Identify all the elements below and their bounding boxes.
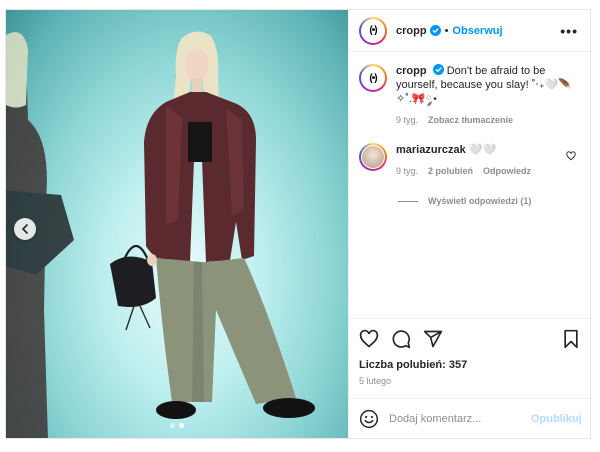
like-button[interactable] <box>359 329 379 349</box>
comment-meta: 9 tyg. 2 polubień Odpowiedz <box>396 164 578 178</box>
comment-username[interactable]: mariazurczak <box>396 144 466 156</box>
view-replies-button[interactable]: Wyświetl odpowiedzi (1) <box>398 196 578 206</box>
comment-like-heart-icon[interactable] <box>566 151 576 161</box>
action-icons <box>359 327 580 351</box>
reply-button[interactable]: Odpowiedz <box>483 164 531 178</box>
carousel-dot-active <box>179 423 184 428</box>
comment-text: 🤍🤍 <box>468 144 497 156</box>
author-username[interactable]: cropp <box>396 25 427 37</box>
comment-item: mariazurczak 🤍🤍 9 tyg. 2 polubień Odpowi… <box>359 143 578 178</box>
comment-composer: Opublikuj <box>349 398 590 438</box>
comments-section: (•) cropp Don't be afraid to be yourself… <box>349 52 590 318</box>
caption-meta: 9 tyg. Zobacz tłumaczenie <box>396 113 578 127</box>
share-icon <box>423 330 443 348</box>
verified-badge-icon <box>432 64 444 75</box>
comment-time[interactable]: 9 tyg. <box>396 164 418 178</box>
caption-avatar[interactable]: (•) <box>359 64 387 92</box>
more-icon[interactable]: ••• <box>560 24 578 38</box>
comment-icon <box>392 330 411 349</box>
post-photo <box>6 31 315 438</box>
comment-button[interactable] <box>391 329 411 349</box>
view-replies-label: Wyświetl odpowiedzi (1) <box>428 196 532 206</box>
author-avatar[interactable]: (•) <box>359 16 387 45</box>
caption-body: cropp Don't be afraid to be yourself, be… <box>396 64 578 127</box>
carousel-dot <box>170 423 175 428</box>
share-button[interactable] <box>423 329 443 349</box>
translate-link[interactable]: Zobacz tłumaczenie <box>428 113 513 127</box>
post-sidebar: (•) cropp • Obserwuj ••• (•) cropp Don't… <box>348 10 590 438</box>
caption-time[interactable]: 9 tyg. <box>396 113 418 127</box>
emoji-button[interactable] <box>359 409 379 429</box>
chevron-left-icon <box>22 224 28 234</box>
comment-input[interactable] <box>389 412 531 425</box>
commenter-avatar[interactable] <box>359 143 387 171</box>
bookmark-icon <box>564 329 578 349</box>
header-separator: • <box>444 24 449 37</box>
carousel-indicator <box>6 423 348 428</box>
caption-username[interactable]: cropp <box>396 65 427 77</box>
follow-button[interactable]: Obserwuj <box>452 25 502 37</box>
verified-badge-icon <box>429 25 441 36</box>
post-header: (•) cropp • Obserwuj ••• <box>349 10 590 52</box>
carousel-prev-button[interactable] <box>14 218 36 240</box>
action-bar: Liczba polubień: 357 5 lutego <box>349 318 590 386</box>
post-media[interactable] <box>6 10 348 438</box>
likes-count[interactable]: Liczba polubień: 357 <box>359 359 580 371</box>
cropp-logo: (•) <box>369 72 377 84</box>
instagram-post: (•) cropp • Obserwuj ••• (•) cropp Don't… <box>5 9 591 439</box>
publish-button[interactable]: Opublikuj <box>531 413 582 425</box>
replies-line <box>398 200 418 202</box>
caption: (•) cropp Don't be afraid to be yourself… <box>359 64 578 127</box>
heart-icon <box>359 329 379 348</box>
post-date[interactable]: 5 lutego <box>359 376 580 386</box>
emoji-icon <box>359 409 379 428</box>
save-button[interactable] <box>562 329 580 349</box>
comment-likes[interactable]: 2 polubień <box>428 164 473 178</box>
comment-body: mariazurczak 🤍🤍 9 tyg. 2 polubień Odpowi… <box>396 143 578 178</box>
cropp-logo: (•) <box>369 25 377 36</box>
